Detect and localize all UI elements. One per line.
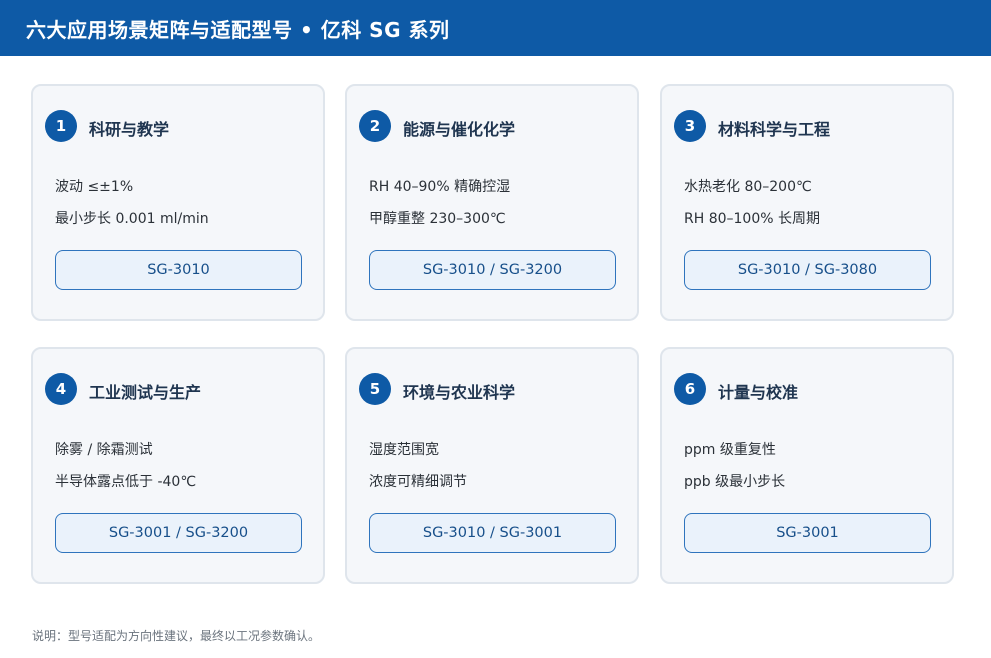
model-button[interactable]: SG-3010 / SG-3001: [369, 513, 616, 553]
spec-line: 水热老化 80–200℃: [684, 179, 812, 195]
number-badge: 5: [359, 373, 391, 405]
card-title: 材料科学与工程: [718, 120, 831, 139]
page-title: 六大应用场景矩阵与适配型号 • 亿科 SG 系列: [26, 17, 450, 42]
scenario-card-research: 1 科研与教学 波动 ≤±1% 最小步长 0.001 ml/min SG-301…: [31, 84, 325, 321]
card-title: 计量与校准: [718, 383, 799, 402]
model-button[interactable]: SG-3010: [55, 250, 302, 290]
card-title: 能源与催化化学: [403, 120, 516, 139]
footnote: 说明：型号适配为方向性建议，最终以工况参数确认。: [32, 629, 321, 643]
scenario-card-environment: 5 环境与农业科学 湿度范围宽 浓度可精细调节 SG-3010 / SG-300…: [345, 347, 639, 584]
spec-line: 除雾 / 除霜测试: [55, 442, 153, 458]
scenario-card-industrial: 4 工业测试与生产 除雾 / 除霜测试 半导体露点低于 -40℃ SG-3001…: [31, 347, 325, 584]
page-header: 六大应用场景矩阵与适配型号 • 亿科 SG 系列: [0, 0, 991, 56]
scenario-card-energy: 2 能源与催化化学 RH 40–90% 精确控湿 甲醇重整 230–300℃ S…: [345, 84, 639, 321]
card-title: 工业测试与生产: [89, 383, 202, 402]
number-badge: 6: [674, 373, 706, 405]
spec-line: RH 40–90% 精确控湿: [369, 179, 511, 195]
spec-line: 波动 ≤±1%: [55, 179, 134, 195]
spec-line: 浓度可精细调节: [369, 474, 467, 490]
number-badge: 2: [359, 110, 391, 142]
spec-line: ppm 级重复性: [684, 442, 776, 458]
spec-line: RH 80–100% 长周期: [684, 211, 820, 227]
card-title: 环境与农业科学: [403, 383, 516, 402]
model-button[interactable]: SG-3010 / SG-3200: [369, 250, 616, 290]
spec-line: 甲醇重整 230–300℃: [369, 211, 506, 227]
model-button[interactable]: SG-3001: [684, 513, 931, 553]
model-button[interactable]: SG-3010 / SG-3080: [684, 250, 931, 290]
card-title: 科研与教学: [89, 120, 170, 139]
scenario-card-calibration: 6 计量与校准 ppm 级重复性 ppb 级最小步长 SG-3001: [660, 347, 954, 584]
model-button[interactable]: SG-3001 / SG-3200: [55, 513, 302, 553]
number-badge: 4: [45, 373, 77, 405]
spec-line: 湿度范围宽: [369, 442, 439, 458]
spec-line: 半导体露点低于 -40℃: [55, 474, 197, 490]
scenario-card-materials: 3 材料科学与工程 水热老化 80–200℃ RH 80–100% 长周期 SG…: [660, 84, 954, 321]
spec-line: 最小步长 0.001 ml/min: [55, 211, 209, 227]
number-badge: 1: [45, 110, 77, 142]
spec-line: ppb 级最小步长: [684, 474, 786, 490]
number-badge: 3: [674, 110, 706, 142]
